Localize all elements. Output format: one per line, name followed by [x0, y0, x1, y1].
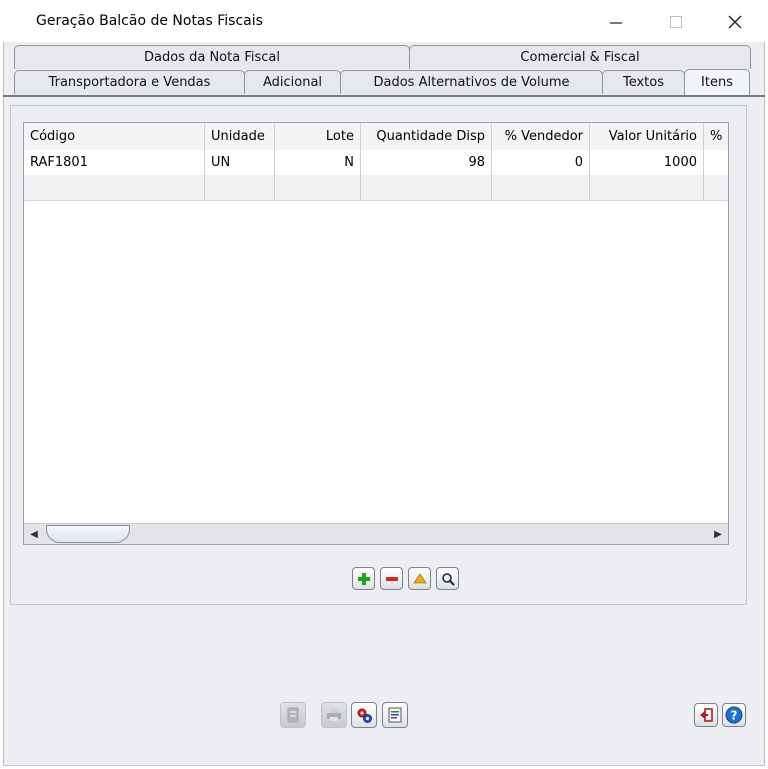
- document-button[interactable]: [280, 702, 306, 728]
- cell-valor-unitario: 1000: [590, 150, 704, 175]
- arrow-up-icon: [412, 572, 427, 583]
- tab-label: Dados Alternativos de Volume: [373, 75, 570, 90]
- process-button[interactable]: [351, 702, 377, 728]
- printer-icon: [327, 709, 341, 721]
- tab-transportadora-e-vendas[interactable]: Transportadora e Vendas: [14, 70, 245, 94]
- column-header-unidade[interactable]: Unidade: [205, 123, 275, 150]
- tab-dados-da-nota-fiscal[interactable]: Dados da Nota Fiscal: [14, 45, 410, 69]
- column-header-lote[interactable]: Lote: [275, 123, 361, 150]
- exit-button[interactable]: [694, 703, 718, 727]
- cell-vendedor: 0: [492, 150, 590, 175]
- tab-textos[interactable]: Textos: [602, 70, 685, 94]
- add-item-button[interactable]: [352, 567, 375, 590]
- grid-header: Código Unidade Lote Quantidade Disp % Ve…: [24, 123, 728, 151]
- tab-dados-alternativos-de-volume[interactable]: Dados Alternativos de Volume: [340, 70, 603, 94]
- column-header-quantidade-disp[interactable]: Quantidade Disp: [361, 123, 492, 150]
- minimize-icon: [610, 22, 622, 24]
- tab-label: Comercial & Fiscal: [520, 50, 640, 65]
- maximize-button[interactable]: [656, 8, 696, 36]
- column-header-vendedor[interactable]: % Vendedor: [492, 123, 590, 150]
- close-button[interactable]: [715, 8, 755, 36]
- cell-empty: [492, 175, 590, 200]
- magnifier-icon: [441, 572, 455, 586]
- print-button[interactable]: [321, 702, 347, 728]
- help-icon: ?: [725, 706, 743, 724]
- gears-icon: [357, 708, 372, 723]
- cell-empty: [704, 175, 728, 200]
- tab-strip-divider: [3, 95, 765, 97]
- tab-label: Adicional: [262, 75, 323, 90]
- column-header-codigo[interactable]: Código: [24, 123, 205, 150]
- help-button[interactable]: ?: [722, 703, 746, 727]
- minus-icon: [385, 576, 398, 581]
- scroll-right-icon[interactable]: ▶: [710, 527, 726, 542]
- close-icon: [728, 15, 742, 29]
- maximize-icon: [670, 16, 682, 28]
- report-icon: [388, 707, 402, 723]
- horizontal-scrollbar[interactable]: ◀ ▶: [24, 523, 728, 544]
- cell-quantidade-disp: 98: [361, 150, 492, 175]
- cell-empty: [361, 175, 492, 200]
- report-button[interactable]: [382, 702, 408, 728]
- cell-empty: [275, 175, 361, 200]
- document-icon: [287, 707, 299, 723]
- remove-item-button[interactable]: [380, 567, 403, 590]
- title-bar: Geração Balcão de Notas Fiscais: [0, 0, 768, 42]
- cell-lote: N: [275, 150, 361, 175]
- scroll-left-icon[interactable]: ◀: [26, 527, 42, 542]
- cell-percent: [704, 150, 728, 175]
- window-title: Geração Balcão de Notas Fiscais: [36, 13, 263, 29]
- cell-unidade: UN: [205, 150, 275, 175]
- svg-text:?: ?: [731, 709, 738, 723]
- table-row-new[interactable]: [24, 175, 728, 201]
- tab-label: Dados da Nota Fiscal: [144, 50, 280, 65]
- column-header-valor-unitario[interactable]: Valor Unitário: [590, 123, 704, 150]
- search-button[interactable]: [436, 567, 459, 590]
- cell-empty: [24, 175, 205, 200]
- plus-icon: [357, 572, 370, 585]
- tab-adicional[interactable]: Adicional: [244, 70, 341, 94]
- tab-comercial-fiscal[interactable]: Comercial & Fiscal: [409, 45, 751, 69]
- cell-empty: [590, 175, 704, 200]
- column-header-percent[interactable]: %: [704, 123, 728, 150]
- tab-label: Itens: [701, 75, 733, 90]
- move-up-button[interactable]: [408, 567, 431, 590]
- tab-itens[interactable]: Itens: [684, 69, 750, 95]
- minimize-button[interactable]: [596, 8, 636, 36]
- tab-label: Textos: [622, 75, 665, 90]
- exit-icon: [700, 708, 713, 722]
- items-grid[interactable]: Código Unidade Lote Quantidade Disp % Ve…: [23, 122, 729, 545]
- cell-empty: [205, 175, 275, 200]
- table-row[interactable]: RAF1801 UN N 98 0 1000: [24, 150, 728, 176]
- cell-codigo: RAF1801: [24, 150, 205, 175]
- tab-label: Transportadora e Vendas: [48, 75, 211, 90]
- scrollbar-thumb[interactable]: [46, 525, 130, 543]
